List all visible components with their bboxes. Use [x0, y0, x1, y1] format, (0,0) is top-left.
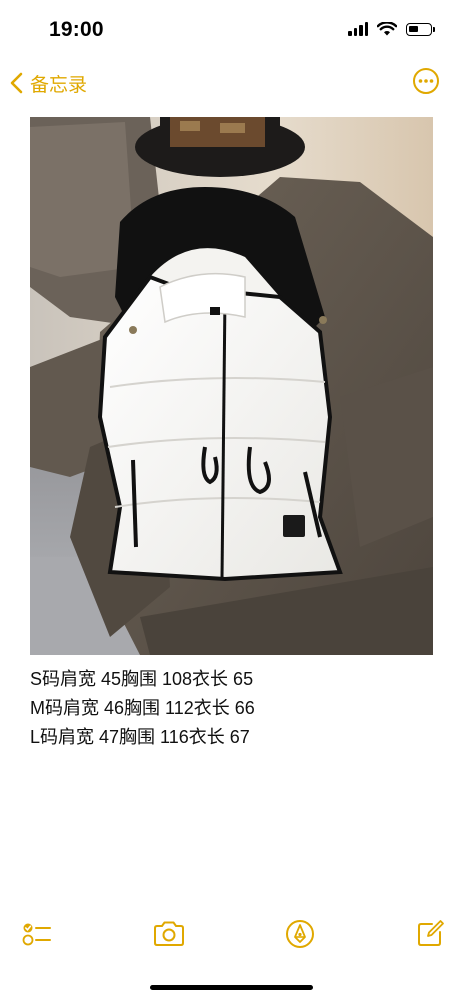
battery-level: [409, 25, 418, 32]
back-button[interactable]: 备忘录: [8, 68, 87, 98]
nav-bar: 备忘录: [0, 60, 462, 104]
cellular-signal-icon: [348, 22, 368, 36]
compose-icon: [418, 920, 444, 946]
note-body[interactable]: S码肩宽 45胸围 108衣长 65 M码肩宽 46胸围 112衣长 66 L码…: [30, 665, 440, 752]
vest-photo-image: [30, 117, 433, 655]
chevron-left-icon: [10, 72, 23, 94]
pen-tip-icon: [286, 920, 314, 948]
notes-screen: 19:00 备忘录 S码肩宽 45胸围 108衣长 65 M码肩宽 46胸围 1…: [0, 0, 462, 1000]
note-line-s[interactable]: S码肩宽 45胸围 108衣长 65: [30, 665, 440, 694]
status-bar: 19:00: [0, 0, 462, 56]
home-indicator[interactable]: [150, 985, 313, 990]
bottom-toolbar: [0, 912, 462, 956]
checklist-button[interactable]: [20, 918, 52, 950]
note-line-m[interactable]: M码肩宽 46胸围 112衣长 66: [30, 694, 440, 723]
back-label: 备忘录: [30, 74, 88, 96]
more-button[interactable]: [412, 67, 440, 95]
wifi-icon: [377, 22, 397, 36]
compose-button[interactable]: [414, 918, 446, 950]
checklist-icon: [22, 923, 51, 946]
status-icons: [348, 22, 435, 36]
camera-icon: [154, 921, 184, 946]
ellipsis-circle-icon: [413, 68, 439, 94]
status-time: 19:00: [49, 18, 104, 41]
markup-button[interactable]: [284, 918, 316, 950]
note-photo[interactable]: [30, 117, 433, 655]
camera-button[interactable]: [152, 918, 184, 950]
note-line-l[interactable]: L码肩宽 47胸围 116衣长 67: [30, 723, 440, 752]
battery-icon: [406, 22, 435, 36]
